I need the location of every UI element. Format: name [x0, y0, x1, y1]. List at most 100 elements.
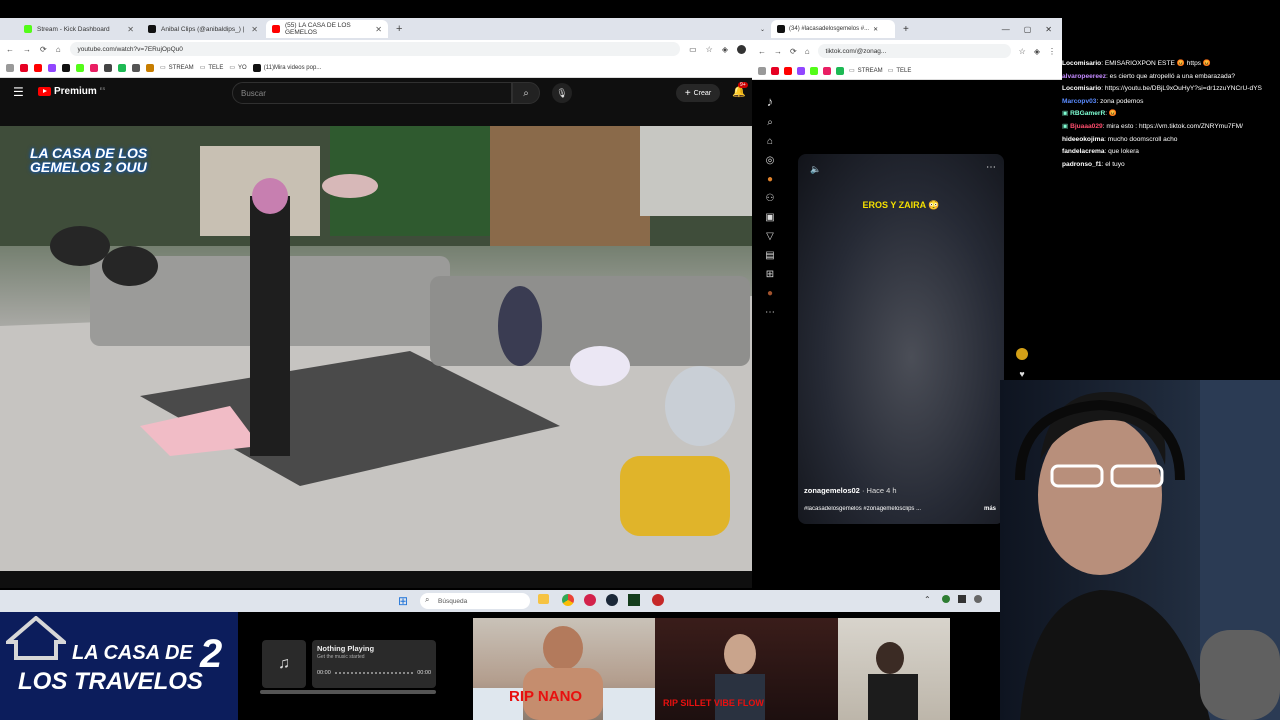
bookmark-favicon[interactable] — [146, 63, 154, 72]
windows-start-icon[interactable]: ⊞ — [398, 594, 408, 608]
bookmark-favicon[interactable] — [823, 66, 831, 75]
menu-dots-icon[interactable]: ⋮ — [1048, 47, 1056, 56]
bookmark-favicon[interactable] — [810, 66, 818, 75]
extensions-icon[interactable]: ◈ — [1034, 47, 1040, 56]
bookmark-favicon[interactable] — [76, 63, 84, 72]
app-icon[interactable] — [584, 594, 596, 606]
steam-icon[interactable] — [606, 594, 618, 606]
close-icon[interactable]: ✕ — [127, 25, 134, 34]
reload-icon[interactable]: ⟳ — [40, 45, 47, 54]
clip-thumbnail-1[interactable]: RIP NANO — [473, 618, 655, 720]
menu-icon[interactable]: ☰ — [13, 85, 24, 99]
cast-icon[interactable]: ▭ — [689, 45, 697, 54]
apps-icon[interactable] — [6, 63, 14, 72]
bookmark-favicon[interactable] — [118, 63, 126, 72]
bookmark-favicon[interactable] — [48, 63, 56, 72]
bookmark-folder-tele[interactable]: ▭ TELE — [888, 67, 912, 75]
upload-icon[interactable]: ⊞ — [766, 269, 774, 280]
bookmark-favicon[interactable] — [797, 66, 805, 75]
bookmark-folder-stream[interactable]: ▭ STREAM — [160, 64, 194, 72]
close-icon[interactable]: ✕ — [375, 25, 382, 34]
video-author-line[interactable]: zonagemelos02 · Hace 4 h — [804, 486, 897, 495]
friends-icon[interactable]: ⚇ — [766, 193, 775, 204]
profile-icon[interactable]: ● — [767, 288, 773, 299]
bookmark-favicon[interactable] — [62, 63, 70, 72]
apps-icon[interactable] — [758, 66, 766, 75]
tray-chevron-icon[interactable]: ⌃ — [924, 595, 931, 604]
heart-icon[interactable]: ♥ — [1019, 369, 1024, 379]
extensions-icon[interactable]: ◈ — [722, 45, 728, 54]
explore-icon[interactable]: ◎ — [766, 155, 775, 166]
tiktok-logo-icon[interactable]: ♪ — [767, 94, 774, 109]
bookmark-favicon[interactable] — [836, 66, 844, 75]
bookmark-favicon[interactable] — [20, 63, 28, 72]
bookmark-favicon[interactable] — [771, 66, 779, 75]
back-icon[interactable]: ← — [758, 47, 766, 56]
video-player[interactable]: LA CASA DE LOS GEMELOS 2 OUU — [0, 126, 752, 571]
clip-thumbnail-2[interactable]: RIP SILLET VIBE FLOW — [655, 618, 838, 720]
star-icon[interactable]: ☆ — [706, 45, 713, 54]
mic-button[interactable]: 🎙 — [552, 83, 572, 103]
tray-icon[interactable] — [974, 595, 982, 603]
home-icon[interactable]: ⌂ — [767, 136, 773, 147]
messages-icon[interactable]: ▤ — [765, 250, 774, 261]
tab-kick-dashboard[interactable]: Stream - Kick Dashboard ✕ — [18, 20, 140, 38]
more-icon[interactable]: ⋯ — [765, 307, 775, 318]
search-icon[interactable]: ⌕ — [767, 117, 773, 128]
bookmark-favicon[interactable] — [132, 63, 140, 72]
home-icon[interactable]: ⌂ — [56, 45, 61, 54]
tab-tiktok[interactable]: (34) #lacasadelosgemelos #... ✕ — [771, 20, 896, 38]
tiktok-video[interactable]: 🔈 ⋯ EROS Y ZAIRA 😳 zonagemelos02 · Hace … — [798, 154, 1004, 524]
close-icon[interactable]: ✕ — [873, 26, 878, 33]
tab-anibal-clips[interactable]: Anibal Clips (@anibaldips_) | ✕ — [142, 20, 264, 38]
taskbar-search[interactable]: ⌕ Búsqueda — [420, 593, 530, 609]
new-tab-button[interactable]: + — [903, 24, 909, 35]
star-icon[interactable]: ☆ — [1019, 47, 1026, 56]
file-explorer-icon[interactable] — [538, 594, 549, 604]
minimize-icon[interactable]: — — [1002, 25, 1010, 34]
maximize-icon[interactable]: ▢ — [1024, 25, 1032, 34]
app-icon[interactable] — [628, 594, 640, 606]
home-icon[interactable]: ⌂ — [805, 47, 810, 56]
new-tab-button[interactable]: + — [396, 23, 402, 35]
reload-icon[interactable]: ⟳ — [790, 47, 797, 56]
more-link[interactable]: más — [984, 506, 996, 512]
bookmark-folder-yo[interactable]: ▭ YO — [229, 64, 246, 72]
bookmark-tiktok[interactable]: (11)Mira videos pop... — [252, 63, 321, 72]
bookmark-folder-tele[interactable]: ▭ TELE — [200, 64, 224, 72]
bookmark-favicon[interactable] — [784, 66, 792, 75]
app-icon[interactable] — [652, 594, 664, 606]
tab-youtube-video[interactable]: (55) LA CASA DE LOS GEMELOS ✕ — [266, 20, 388, 38]
url-bar[interactable]: youtube.com/watch?v=7ERujOpQu0 — [69, 42, 681, 56]
back-icon[interactable]: ← — [6, 45, 14, 54]
options-icon[interactable]: ⋯ — [986, 162, 996, 173]
volume-icon[interactable]: 🔈 — [810, 164, 821, 175]
url-bar[interactable]: tiktok.com/@zonag... — [817, 44, 1011, 58]
chrome-icon[interactable] — [562, 594, 574, 606]
bookmark-folder-stream[interactable]: ▭ STREAM — [849, 67, 883, 75]
clip-thumbnail-3[interactable] — [838, 618, 950, 720]
activity-icon[interactable]: ▽ — [766, 231, 774, 242]
bookmark-favicon[interactable] — [34, 63, 42, 72]
close-window-icon[interactable]: ✕ — [1045, 25, 1052, 34]
search-button[interactable]: ⌕ — [512, 82, 540, 104]
tray-icon[interactable] — [942, 595, 950, 603]
tab-search-icon[interactable]: ⌄ — [760, 26, 765, 33]
video-frame — [0, 126, 752, 571]
hashtags[interactable]: #lacasadelosgemelos #zonagemelosclips ..… — [804, 506, 964, 512]
bookmark-favicon[interactable] — [104, 63, 112, 72]
youtube-logo[interactable]: Premium ES — [38, 86, 105, 97]
notifications-button[interactable]: 🔔 9+ — [732, 82, 748, 98]
profile-icon[interactable] — [737, 44, 746, 54]
chat-user: hideeokojima — [1062, 135, 1105, 143]
create-button[interactable]: + Crear — [676, 84, 720, 102]
tray-icon[interactable] — [958, 595, 966, 603]
forward-icon[interactable]: → — [23, 45, 31, 54]
close-icon[interactable]: ✕ — [251, 25, 258, 34]
author-avatar[interactable] — [1016, 348, 1028, 360]
following-icon[interactable]: ● — [767, 174, 773, 185]
bookmark-favicon[interactable] — [90, 63, 98, 72]
search-input[interactable]: Buscar — [232, 82, 512, 104]
live-icon[interactable]: ▣ — [765, 212, 774, 223]
forward-icon[interactable]: → — [774, 47, 782, 56]
